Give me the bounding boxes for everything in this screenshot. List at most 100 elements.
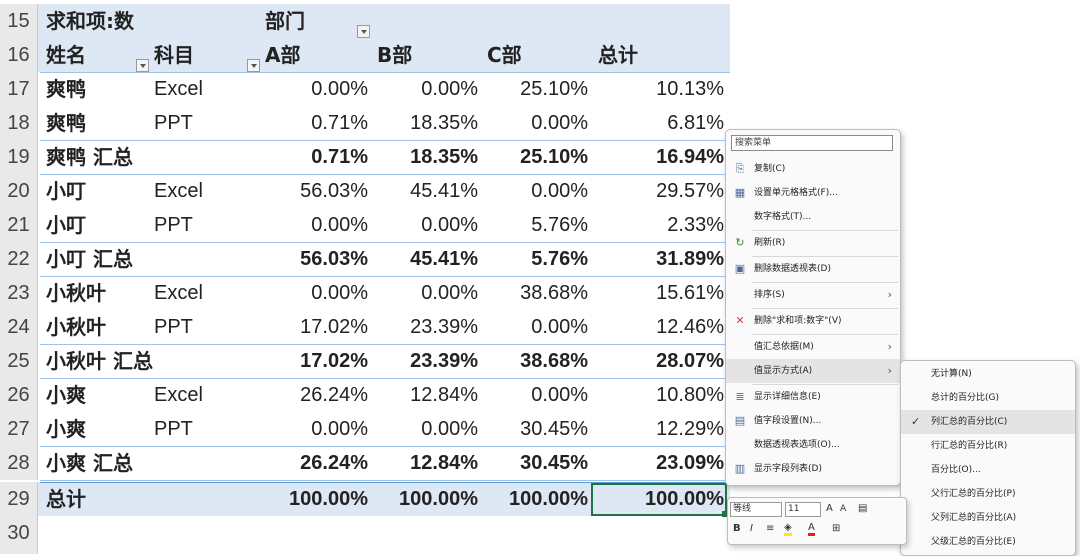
value-cell-c[interactable]: 0.00% [480,310,588,344]
value-cell-c[interactable]: 30.45% [480,446,588,480]
menu-item[interactable]: ✕ 删除"求和项:数字"(V) [726,309,900,333]
grow-font-button[interactable]: A [826,502,833,516]
font-color-button[interactable]: A [808,522,815,536]
row-number[interactable]: 15 [0,4,38,38]
row-number[interactable]: 28 [0,446,38,480]
menu-item[interactable]: 数据透视表选项(O)... [726,433,900,457]
value-cell-total[interactable]: 2.33% [590,208,724,242]
align-button[interactable]: ≡ [766,522,774,536]
menu-search-input[interactable]: 搜索菜单 [731,135,893,151]
value-cell-b[interactable]: 23.39% [370,310,478,344]
bold-button[interactable]: B [733,522,741,536]
subject-cell[interactable]: PPT [154,106,244,140]
submenu-item[interactable]: 父级汇总的百分比(E) [901,530,1075,554]
col-header-b[interactable]: B部 [377,38,477,72]
value-cell-a[interactable]: 26.24% [260,446,368,480]
row-number[interactable]: 29 [0,482,38,516]
value-cell-a[interactable]: 0.71% [260,140,368,174]
subject-cell[interactable] [154,446,244,480]
subject-cell[interactable]: PPT [154,412,244,446]
dept-filter-dropdown-icon[interactable] [357,25,370,38]
value-cell-c[interactable]: 5.76% [480,208,588,242]
dept-field-label[interactable]: 部门 [265,4,355,38]
name-field-label[interactable]: 姓名 [46,38,126,72]
value-cell-c[interactable]: 5.76% [480,242,588,276]
submenu-item[interactable]: 无计算(N) [901,362,1075,386]
value-cell-b[interactable]: 12.84% [370,378,478,412]
value-cell-a[interactable]: 56.03% [260,242,368,276]
value-cell-c[interactable]: 38.68% [480,344,588,378]
value-cell-a[interactable]: 26.24% [260,378,368,412]
subject-field-label[interactable]: 科目 [154,38,234,72]
menu-item[interactable]: 数字格式(T)... [726,205,900,229]
row-number[interactable]: 22 [0,242,38,276]
menu-item[interactable]: ⎘ 复制(C) [726,157,900,181]
value-cell-a[interactable]: 17.02% [260,344,368,378]
value-cell-a[interactable]: 0.00% [260,412,368,446]
grand-total-label[interactable]: 总计 [46,482,146,516]
row-number[interactable]: 21 [0,208,38,242]
value-cell-total[interactable]: 23.09% [590,446,724,480]
selected-cell[interactable] [591,483,727,516]
font-size-select[interactable]: 11 [785,502,821,517]
subject-cell[interactable]: Excel [154,72,244,106]
menu-item[interactable]: 值汇总依据(M) › [726,335,900,359]
value-cell-total[interactable]: 29.57% [590,174,724,208]
value-cell-total[interactable]: 10.80% [590,378,724,412]
value-cell-total[interactable]: 10.13% [590,72,724,106]
subject-filter-dropdown-icon[interactable] [247,59,260,72]
value-cell-b[interactable]: 0.00% [370,72,478,106]
value-cell-c[interactable]: 0.00% [480,174,588,208]
value-cell-c[interactable]: 25.10% [480,72,588,106]
italic-button[interactable]: I [750,522,753,536]
value-cell-b[interactable]: 18.35% [370,140,478,174]
value-cell-total[interactable]: 15.61% [590,276,724,310]
value-cell-total[interactable]: 12.46% [590,310,724,344]
menu-item[interactable]: ▤ 值字段设置(N)... [726,409,900,433]
subject-cell[interactable]: Excel [154,174,244,208]
subject-cell[interactable] [154,140,244,174]
subject-cell[interactable]: PPT [154,208,244,242]
value-cell-b[interactable]: 23.39% [370,344,478,378]
menu-item[interactable]: ▣ 删除数据透视表(D) [726,257,900,281]
value-cell-total[interactable]: 31.89% [590,242,724,276]
submenu-item[interactable]: 百分比(O)... [901,458,1075,482]
name-filter-dropdown-icon[interactable] [136,59,149,72]
value-cell-a[interactable]: 0.71% [260,106,368,140]
value-cell-b[interactable]: 45.41% [370,242,478,276]
value-cell-a[interactable]: 0.00% [260,72,368,106]
subject-cell[interactable] [154,242,244,276]
menu-item[interactable]: 值显示方式(A) › [726,359,900,383]
value-cell-b[interactable]: 0.00% [370,412,478,446]
value-cell-a[interactable]: 17.02% [260,310,368,344]
row-number[interactable]: 30 [0,516,38,550]
menu-item[interactable]: ↻ 刷新(R) [726,231,900,255]
col-header-a[interactable]: A部 [265,38,365,72]
submenu-item[interactable]: ✓ 列汇总的百分比(C) [901,410,1075,434]
value-field-label[interactable]: 求和项:数 [46,4,162,38]
col-header-total[interactable]: 总计 [598,38,698,72]
font-name-select[interactable]: 等线 [730,502,782,517]
value-cell-b[interactable]: 0.00% [370,276,478,310]
row-number[interactable]: 24 [0,310,38,344]
submenu-item[interactable]: 总计的百分比(G) [901,386,1075,410]
grand-total-c[interactable]: 100.00% [480,482,588,516]
row-number[interactable]: 17 [0,72,38,106]
row-number[interactable]: 20 [0,174,38,208]
value-cell-total[interactable]: 6.81% [590,106,724,140]
value-cell-b[interactable]: 18.35% [370,106,478,140]
value-cell-c[interactable]: 0.00% [480,106,588,140]
menu-item[interactable]: ▥ 显示字段列表(D) [726,457,900,481]
value-cell-b[interactable]: 12.84% [370,446,478,480]
row-number[interactable]: 26 [0,378,38,412]
submenu-item[interactable]: 父行汇总的百分比(P) [901,482,1075,506]
subject-cell[interactable] [154,344,244,378]
grand-total-a[interactable]: 100.00% [260,482,368,516]
value-cell-c[interactable]: 0.00% [480,378,588,412]
value-cell-c[interactable]: 38.68% [480,276,588,310]
shrink-font-button[interactable]: A [840,502,846,516]
row-number[interactable]: 19 [0,140,38,174]
col-header-c[interactable]: C部 [487,38,587,72]
borders-icon[interactable]: ⊞ [832,522,840,536]
value-cell-c[interactable]: 25.10% [480,140,588,174]
